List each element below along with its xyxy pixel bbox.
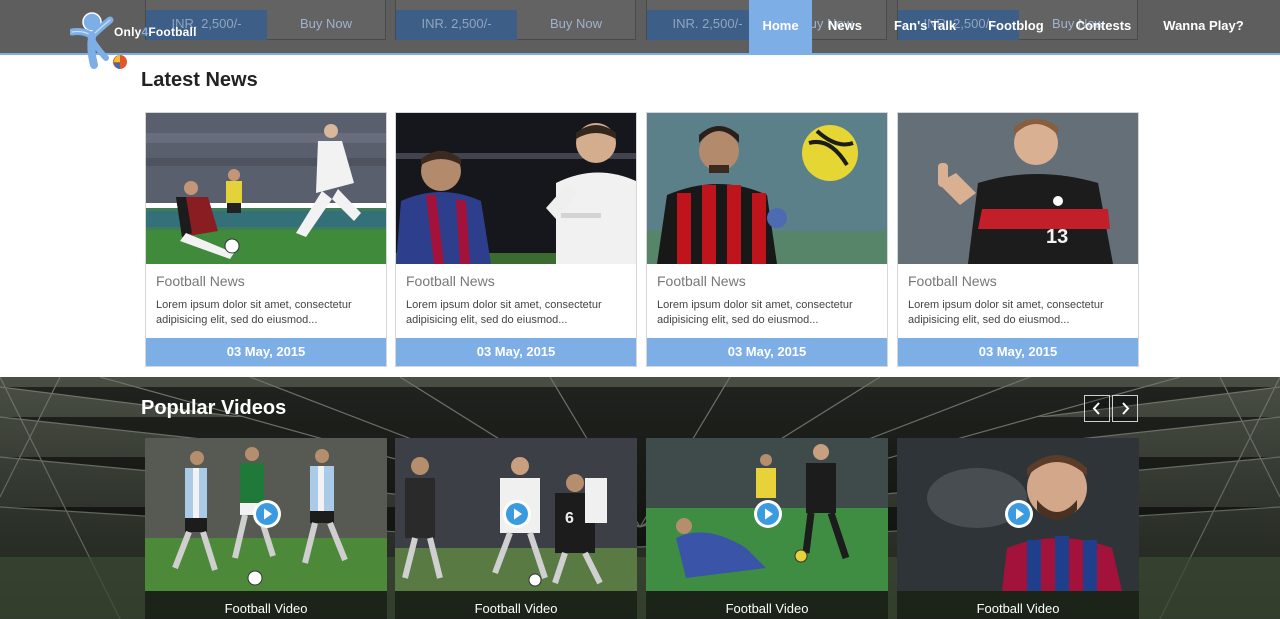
news-card[interactable]: Football News Lorem ipsum dolor sit amet… (395, 112, 637, 367)
promo-item: INR. 2,500/- Buy Now (395, 0, 636, 40)
nav-wanna-play[interactable]: Wanna Play? (1147, 0, 1259, 55)
video-card[interactable]: Football Video (897, 438, 1139, 619)
promo-price: INR. 2,500/- (396, 10, 517, 40)
play-button[interactable] (1005, 500, 1033, 528)
play-button[interactable] (754, 500, 782, 528)
news-excerpt: Lorem ipsum dolor sit amet, consectetur … (908, 299, 1104, 326)
carousel-prev-button[interactable] (1084, 395, 1110, 422)
news-excerpt: Lorem ipsum dolor sit amet, consectetur … (657, 299, 853, 326)
popular-videos-section: Popular Videos Football Video 6 Football… (0, 377, 1280, 619)
play-button[interactable] (503, 500, 531, 528)
play-icon (506, 503, 528, 525)
nav-news[interactable]: News (812, 0, 878, 55)
video-card[interactable]: Football Video (646, 438, 888, 619)
buy-now-button[interactable]: Buy Now (517, 10, 635, 40)
video-card[interactable]: Football Video (145, 438, 387, 619)
news-card[interactable]: Football News Lorem ipsum dolor sit amet… (145, 112, 387, 367)
svg-text:6: 6 (565, 510, 574, 527)
news-excerpt: Lorem ipsum dolor sit amet, consectetur … (406, 299, 602, 326)
play-icon (757, 503, 779, 525)
logo-text-part: Football (148, 25, 197, 39)
play-button[interactable] (253, 500, 281, 528)
news-date: 03 May, 2015 (898, 338, 1138, 366)
logo-text-part: Only (114, 25, 142, 39)
news-category[interactable]: Football News (406, 273, 495, 289)
site-logo[interactable]: Only4Football (68, 10, 220, 72)
news-image[interactable] (647, 113, 887, 264)
carousel-next-button[interactable] (1112, 395, 1138, 422)
news-date: 03 May, 2015 (396, 338, 636, 366)
chevron-left-icon (1092, 402, 1100, 415)
news-excerpt: Lorem ipsum dolor sit amet, consectetur … (156, 299, 352, 326)
chevron-right-icon (1122, 402, 1130, 415)
news-category[interactable]: Football News (657, 273, 746, 289)
nav-footblog[interactable]: Footblog (972, 0, 1060, 55)
play-icon (1008, 503, 1030, 525)
nav-fans-talk[interactable]: Fan's Talk (878, 0, 972, 55)
news-date: 03 May, 2015 (146, 338, 386, 366)
news-image[interactable]: 13 (898, 113, 1138, 264)
buy-now-button[interactable]: Buy Now (267, 10, 385, 40)
video-caption[interactable]: Football Video (897, 591, 1139, 619)
player-logo-icon (68, 12, 127, 69)
video-card[interactable]: 6 Football Video (395, 438, 637, 619)
nav-contests[interactable]: Contests (1060, 0, 1148, 55)
news-card[interactable]: Football News Lorem ipsum dolor sit amet… (646, 112, 888, 367)
popular-videos-title: Popular Videos (141, 397, 287, 419)
video-caption[interactable]: Football Video (646, 591, 888, 619)
video-caption[interactable]: Football Video (145, 591, 387, 619)
nav-home[interactable]: Home (749, 0, 812, 55)
logo-wordmark: Only4Football (114, 25, 197, 39)
news-image[interactable] (396, 113, 636, 264)
main-nav: Home News Fan's Talk Footblog Contests W… (749, 0, 1260, 55)
news-card[interactable]: 13 Football News Lorem ipsum dolor sit a… (897, 112, 1139, 367)
video-caption[interactable]: Football Video (395, 591, 637, 619)
play-icon (256, 503, 278, 525)
latest-news-title: Latest News (141, 69, 258, 91)
news-date: 03 May, 2015 (647, 338, 887, 366)
news-image[interactable] (146, 113, 386, 264)
page: INR. 2,500/- Buy Now INR. 2,500/- Buy No… (0, 0, 1280, 619)
svg-text:13: 13 (1046, 226, 1068, 248)
news-category[interactable]: Football News (908, 273, 997, 289)
news-category[interactable]: Football News (156, 273, 245, 289)
